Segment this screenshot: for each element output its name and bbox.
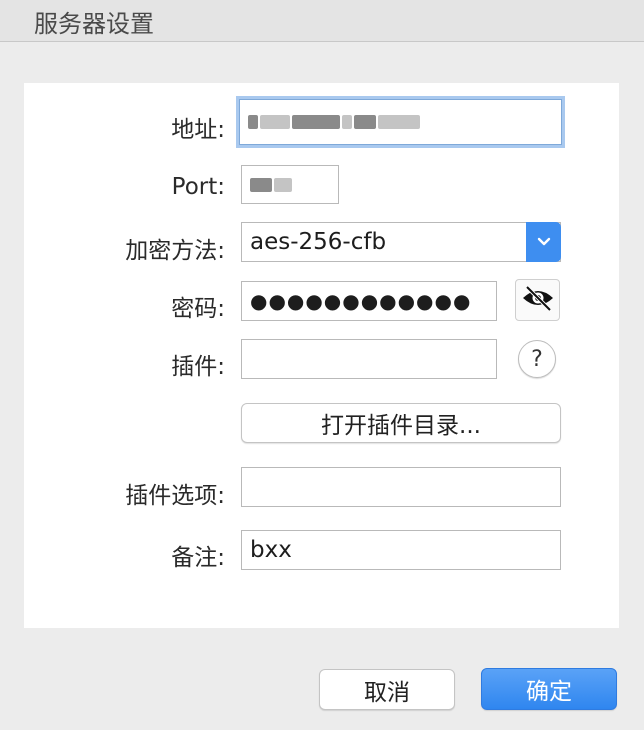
port-label: Port: xyxy=(171,174,225,200)
open-plugin-directory-button[interactable]: 打开插件目录... xyxy=(241,403,561,443)
address-input[interactable] xyxy=(239,99,562,145)
chevron-down-icon[interactable] xyxy=(526,222,561,262)
address-redacted xyxy=(248,115,422,129)
port-redacted xyxy=(250,177,294,192)
encryption-select[interactable]: aes-256-cfb xyxy=(241,222,561,262)
window-title: 服务器设置 xyxy=(34,10,154,38)
plugin-options-input[interactable] xyxy=(241,467,561,507)
port-input[interactable] xyxy=(241,165,339,204)
eye-slash-icon xyxy=(521,285,555,315)
confirm-label: 确定 xyxy=(526,679,572,705)
plugin-input[interactable] xyxy=(241,339,497,379)
remark-input[interactable]: bxx xyxy=(241,530,561,570)
cancel-button[interactable]: 取消 xyxy=(319,669,455,710)
title-bar: 服务器设置 xyxy=(0,0,644,42)
address-label: 地址: xyxy=(171,117,225,143)
toggle-password-visibility-button[interactable] xyxy=(515,279,560,321)
plugin-label: 插件: xyxy=(171,354,225,380)
encryption-value: aes-256-cfb xyxy=(250,229,387,255)
cancel-label: 取消 xyxy=(364,679,410,706)
remark-label: 备注: xyxy=(171,545,225,571)
encryption-label: 加密方法: xyxy=(125,238,225,264)
confirm-button[interactable]: 确定 xyxy=(481,668,617,710)
open-plugin-directory-label: 打开插件目录... xyxy=(321,413,481,439)
plugin-options-label: 插件选项: xyxy=(125,483,225,509)
question-icon: ? xyxy=(531,346,543,372)
password-value: ●●●●●●●●●●●● xyxy=(250,289,472,313)
password-label: 密码: xyxy=(171,296,225,322)
remark-value: bxx xyxy=(250,536,292,563)
password-input[interactable]: ●●●●●●●●●●●● xyxy=(241,281,497,321)
plugin-help-button[interactable]: ? xyxy=(518,340,556,378)
